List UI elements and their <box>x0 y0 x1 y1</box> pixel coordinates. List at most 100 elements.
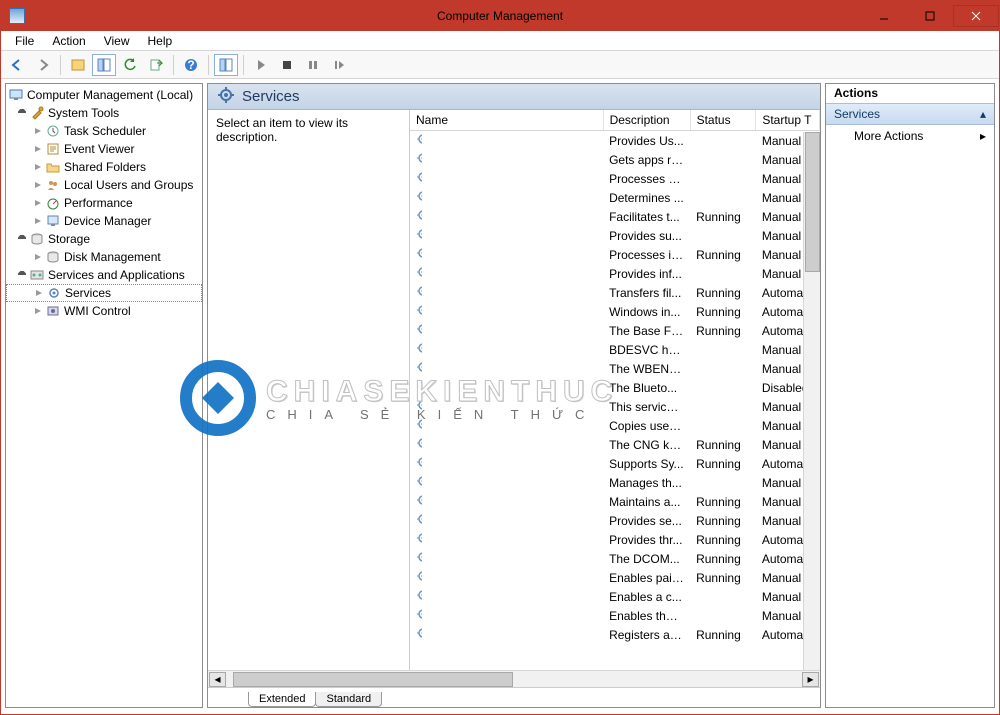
forward-button[interactable] <box>31 54 55 76</box>
service-row[interactable]: Credential Manager Provides se... Runnin… <box>410 511 820 530</box>
pause-button[interactable] <box>301 54 325 76</box>
tree-item[interactable]: Disk Management <box>6 248 202 266</box>
back-button[interactable] <box>5 54 29 76</box>
storage-icon <box>29 231 45 247</box>
expand-icon[interactable] <box>32 251 44 263</box>
tree-item[interactable]: WMI Control <box>6 302 202 320</box>
scroll-right-icon[interactable]: ▸ <box>802 672 819 687</box>
tree-system-tools[interactable]: System Tools <box>6 104 202 122</box>
service-row[interactable]: DHCP Client Registers an... Running Auto… <box>410 625 820 644</box>
expand-icon[interactable] <box>32 179 44 191</box>
service-description: This service ... <box>603 397 690 416</box>
service-row[interactable]: CNG Key Isolation The CNG ke... Running … <box>410 435 820 454</box>
collapse-icon[interactable] <box>16 107 28 119</box>
service-row[interactable]: App Readiness Gets apps re... Manual <box>410 150 820 169</box>
collapse-icon[interactable] <box>16 269 28 281</box>
tree-item[interactable]: Device Manager <box>6 212 202 230</box>
service-status <box>690 416 756 435</box>
minimize-button[interactable] <box>861 5 907 27</box>
expand-icon[interactable] <box>32 143 44 155</box>
service-row[interactable]: COM+ Event System Supports Sy... Running… <box>410 454 820 473</box>
service-row[interactable]: Device Install Service Enables a c... Ma… <box>410 587 820 606</box>
tree-item[interactable]: Services <box>6 284 202 302</box>
tree-item[interactable]: Task Scheduler <box>6 122 202 140</box>
tree-item[interactable]: Shared Folders <box>6 158 202 176</box>
titlebar: Computer Management <box>1 1 999 31</box>
tree-root[interactable]: Computer Management (Local) <box>6 86 202 104</box>
service-row[interactable]: Device Setup Manager Enables the ... Man… <box>410 606 820 625</box>
tab-standard[interactable]: Standard <box>315 692 382 707</box>
play-button[interactable] <box>249 54 273 76</box>
navigation-tree[interactable]: Computer Management (Local) System Tools… <box>6 84 202 707</box>
export-button[interactable] <box>144 54 168 76</box>
service-row[interactable]: COM+ System Application Manages th... Ma… <box>410 473 820 492</box>
expand-icon[interactable] <box>32 161 44 173</box>
stop-button[interactable] <box>275 54 299 76</box>
scrollbar-thumb[interactable] <box>805 132 820 272</box>
chevron-right-icon: ▸ <box>980 129 986 143</box>
tree-item[interactable]: Local Users and Groups <box>6 176 202 194</box>
column-status[interactable]: Status <box>690 110 756 131</box>
tree-services-apps[interactable]: Services and Applications <box>6 266 202 284</box>
tree-storage[interactable]: Storage <box>6 230 202 248</box>
service-row[interactable]: Bluetooth Support Service The Blueto... … <box>410 378 820 397</box>
column-startup[interactable]: Startup T <box>756 110 820 131</box>
view-button[interactable] <box>214 54 238 76</box>
service-status: Running <box>690 302 756 321</box>
scroll-left-icon[interactable]: ◂ <box>209 672 226 687</box>
service-row[interactable]: BranchCache This service ... Manual <box>410 397 820 416</box>
actions-section-label: Services <box>834 107 880 121</box>
column-name[interactable]: Name <box>410 110 603 131</box>
menu-action[interactable]: Action <box>44 32 93 50</box>
properties-button[interactable] <box>92 54 116 76</box>
services-table[interactable]: Name Description Status Startup T Active… <box>410 110 820 644</box>
services-list[interactable]: Name Description Status Startup T Active… <box>410 110 820 670</box>
service-row[interactable]: Application Experience Processes a... Ma… <box>410 169 820 188</box>
service-description: Determines ... <box>603 188 690 207</box>
description-placeholder: Select an item to view its description. <box>216 116 348 144</box>
tab-extended[interactable]: Extended <box>248 692 316 707</box>
service-row[interactable]: Background Tasks Infrastru... Windows in… <box>410 302 820 321</box>
column-description[interactable]: Description <box>603 110 690 131</box>
service-row[interactable]: Application Identity Determines ... Manu… <box>410 188 820 207</box>
tree-item[interactable]: Event Viewer <box>6 140 202 158</box>
restart-button[interactable] <box>327 54 351 76</box>
service-row[interactable]: ActiveX Installer (AxInstSV) Provides Us… <box>410 131 820 151</box>
expand-icon[interactable] <box>32 215 44 227</box>
service-row[interactable]: Block Level Backup Engine ... The WBENG.… <box>410 359 820 378</box>
vertical-scrollbar[interactable] <box>803 132 820 670</box>
close-button[interactable] <box>953 5 999 27</box>
expand-icon[interactable] <box>33 287 45 299</box>
service-row[interactable]: Background Intelligent Trans... Transfer… <box>410 283 820 302</box>
actions-more[interactable]: More Actions ▸ <box>826 125 994 147</box>
expand-icon[interactable] <box>32 305 44 317</box>
help-button[interactable]: ? <box>179 54 203 76</box>
show-hide-tree-button[interactable] <box>66 54 90 76</box>
maximize-button[interactable] <box>907 5 953 27</box>
service-row[interactable]: Application Layer Gateway ... Provides s… <box>410 226 820 245</box>
toolbar-separator <box>243 55 244 75</box>
expand-icon[interactable] <box>32 125 44 137</box>
service-row[interactable]: Certificate Propagation Copies user ... … <box>410 416 820 435</box>
service-row[interactable]: BitLocker Drive Encryption ... BDESVC ho… <box>410 340 820 359</box>
service-row[interactable]: Computer Browser Maintains a... Running … <box>410 492 820 511</box>
horizontal-scrollbar[interactable]: ◂ ▸ <box>208 670 820 687</box>
scrollbar-thumb[interactable] <box>233 672 513 687</box>
service-row[interactable]: Application Information Facilitates t...… <box>410 207 820 226</box>
collapse-icon[interactable] <box>16 233 28 245</box>
expand-icon[interactable] <box>32 197 44 209</box>
service-row[interactable]: AppX Deployment Service (... Provides in… <box>410 264 820 283</box>
service-row[interactable]: Device Association Service Enables pair.… <box>410 568 820 587</box>
service-row[interactable]: Application Management Processes in... R… <box>410 245 820 264</box>
tree-item[interactable]: Performance <box>6 194 202 212</box>
service-row[interactable]: Cryptographic Services Provides thr... R… <box>410 530 820 549</box>
service-description: Processes in... <box>603 245 690 264</box>
service-row[interactable]: DCOM Server Process Laun... The DCOM... … <box>410 549 820 568</box>
menu-help[interactable]: Help <box>140 32 181 50</box>
menu-file[interactable]: File <box>7 32 42 50</box>
service-row[interactable]: Base Filtering Engine The Base Fil... Ru… <box>410 321 820 340</box>
refresh-button[interactable] <box>118 54 142 76</box>
service-description: Provides thr... <box>603 530 690 549</box>
actions-section[interactable]: Services ▴ <box>826 104 994 125</box>
menu-view[interactable]: View <box>96 32 138 50</box>
